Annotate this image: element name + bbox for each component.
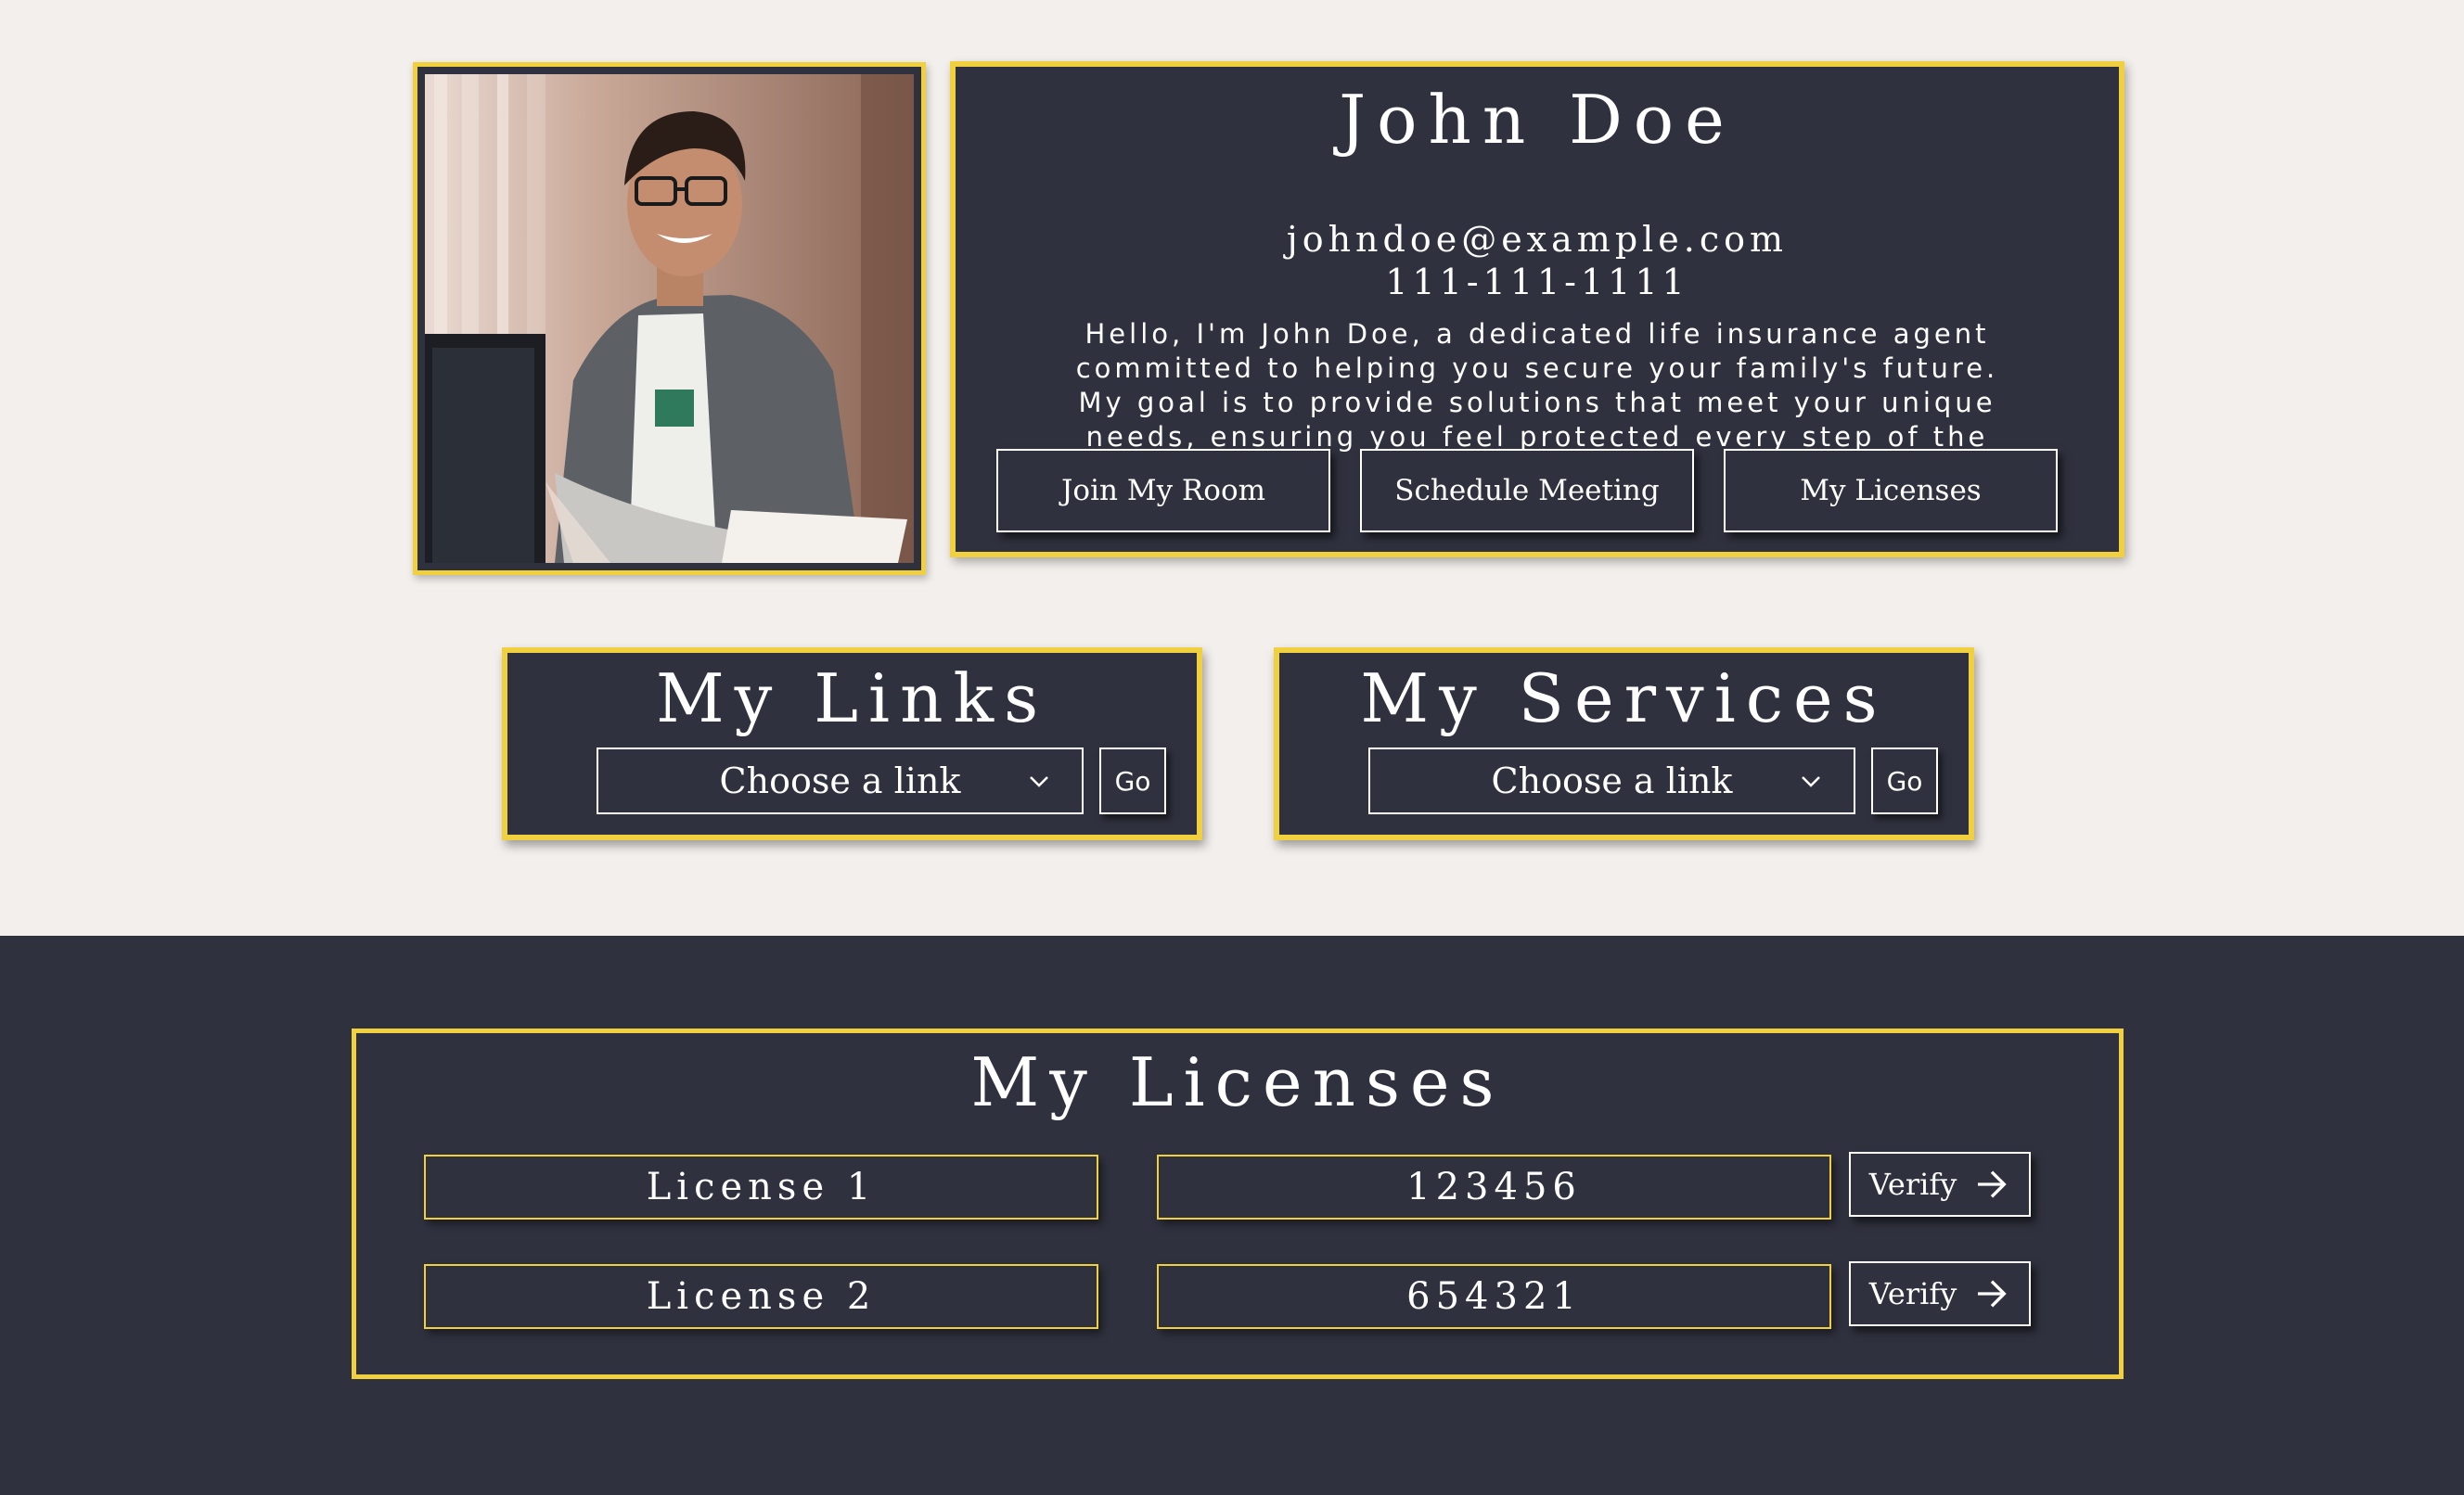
profile-card: John Doe johndoe@example.com 111-111-111…	[950, 61, 2124, 557]
license-number: 654321	[1157, 1264, 1831, 1329]
verify-button[interactable]: Verify	[1849, 1261, 2031, 1326]
services-title: My Services	[1360, 659, 1888, 737]
licenses-title: My Licenses	[970, 1043, 1505, 1121]
schedule-meeting-button[interactable]: Schedule Meeting	[1360, 449, 1694, 532]
agent-name: John Doe	[1339, 81, 1736, 159]
agent-email[interactable]: johndoe@example.com	[956, 220, 2119, 260]
verify-button[interactable]: Verify	[1849, 1152, 2031, 1217]
licenses-section: My Licenses License 1 123456 Verify Lice…	[0, 936, 2464, 1495]
verify-label: Verify	[1868, 1167, 1957, 1202]
links-go-button[interactable]: Go	[1099, 748, 1166, 814]
services-select-value: Choose a link	[1491, 760, 1733, 801]
profile-photo-frame	[413, 62, 926, 575]
services-go-button[interactable]: Go	[1871, 748, 1938, 814]
licenses-card: My Licenses License 1 123456 Verify Lice…	[352, 1029, 2124, 1379]
links-card: My Links Choose a link Go	[502, 647, 1202, 840]
join-room-button[interactable]: Join My Room	[996, 449, 1330, 532]
services-card: My Services Choose a link Go	[1274, 647, 1974, 840]
verify-label: Verify	[1868, 1276, 1957, 1311]
arrow-right-icon	[1978, 1280, 2007, 1308]
license-number: 123456	[1157, 1155, 1831, 1220]
chevron-down-icon	[1802, 776, 1820, 787]
links-select[interactable]: Choose a link	[597, 748, 1084, 814]
profile-photo	[425, 74, 914, 563]
links-select-value: Choose a link	[719, 760, 961, 801]
license-name: License 1	[424, 1155, 1098, 1220]
my-licenses-button[interactable]: My Licenses	[1724, 449, 2058, 532]
license-name: License 2	[424, 1264, 1098, 1329]
agent-phone[interactable]: 111-111-1111	[956, 262, 2119, 302]
arrow-right-icon	[1978, 1170, 2007, 1198]
services-select[interactable]: Choose a link	[1368, 748, 1855, 814]
chevron-down-icon	[1030, 776, 1048, 787]
license-row: License 1 123456 Verify	[424, 1152, 2057, 1221]
links-title: My Links	[655, 659, 1049, 737]
license-row: License 2 654321 Verify	[424, 1261, 2057, 1331]
